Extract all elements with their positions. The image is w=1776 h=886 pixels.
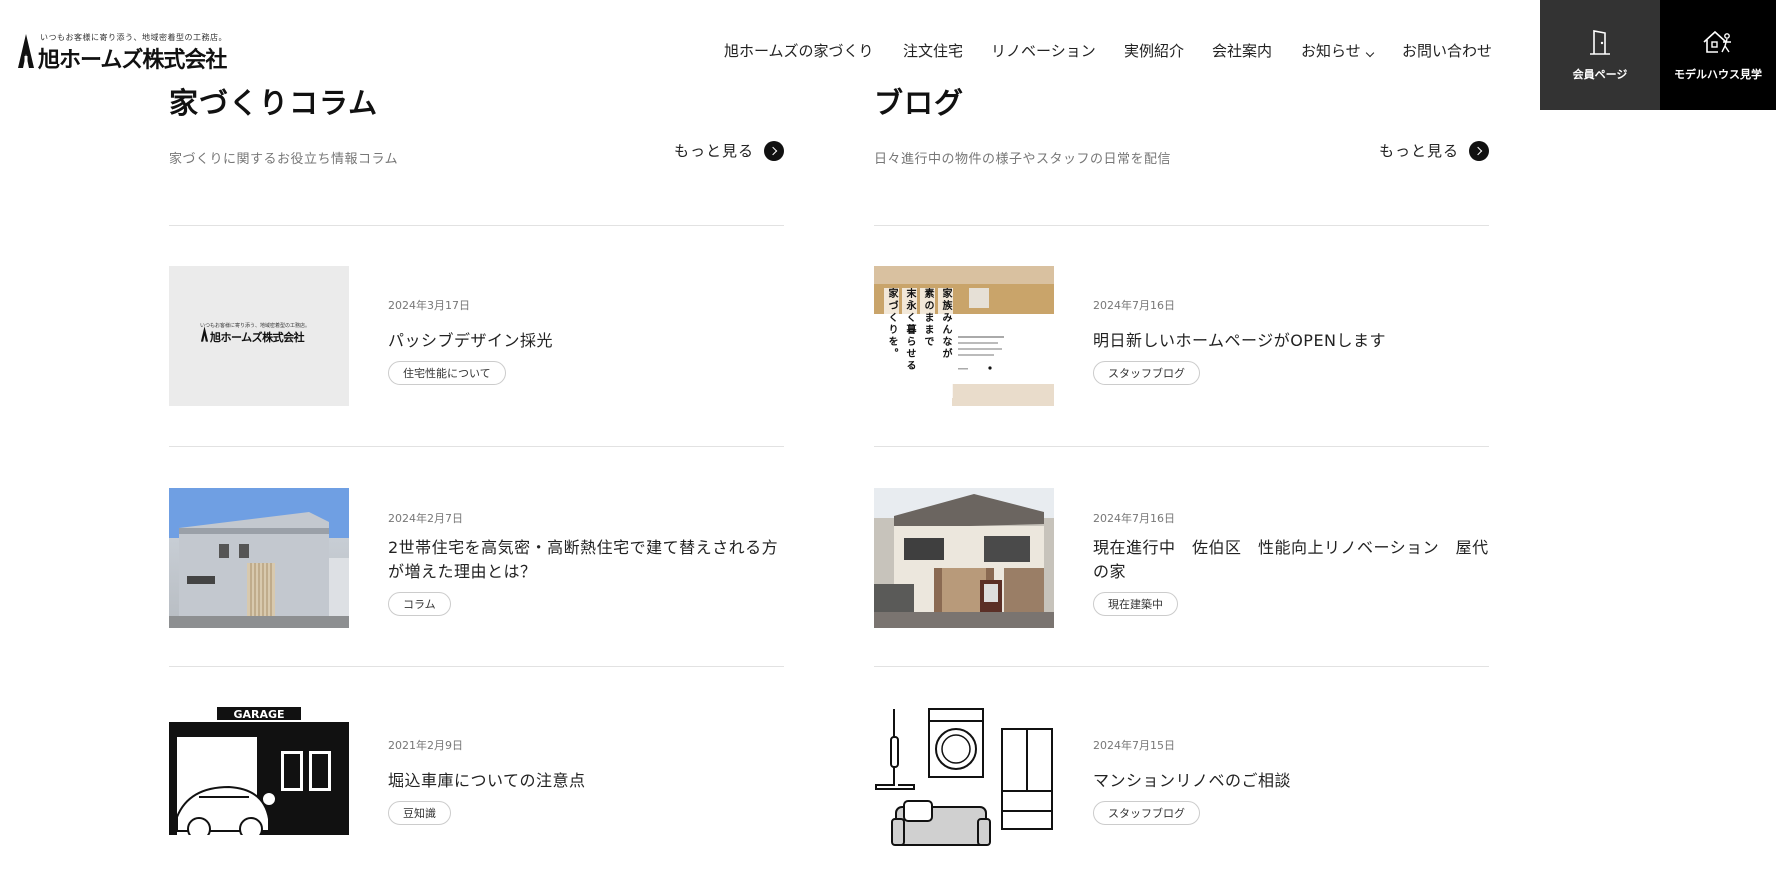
- member-page-label: 会員ページ: [1572, 68, 1628, 81]
- more-link[interactable]: もっと見る: [674, 140, 784, 161]
- nav-contact[interactable]: お問い合わせ: [1402, 40, 1492, 61]
- nav-renovation[interactable]: リノベーション: [991, 40, 1096, 61]
- divider: [169, 225, 784, 226]
- model-house-label: モデルハウス見学: [1674, 68, 1762, 81]
- nav-case-studies[interactable]: 実例紹介: [1124, 40, 1184, 61]
- door-icon: [1590, 30, 1610, 55]
- divider: [169, 666, 784, 667]
- category-tag[interactable]: スタッフブログ: [1093, 801, 1200, 825]
- more-link-label: もっと見る: [673, 142, 754, 160]
- logo-flame-icon: [18, 34, 34, 68]
- divider: [169, 446, 784, 447]
- entry-meta: 2024年7月15日 マンションリノベのご相談 スタッフブログ: [1093, 737, 1489, 825]
- logo-flame-icon: [200, 326, 209, 342]
- divider: [874, 446, 1489, 447]
- logo-name: 旭ホームズ株式会社: [38, 48, 227, 73]
- arrow-right-icon: [1469, 140, 1489, 161]
- entry-thumbnail: GARAGE: [169, 707, 349, 847]
- vertical-copy-line: 素のままで: [920, 288, 935, 398]
- model-house-button[interactable]: モデルハウス見学: [1660, 0, 1776, 110]
- section-subtitle: 日々進行中の物件の様子やスタッフの日常を配信: [874, 152, 1172, 167]
- entry-title: マンションリノベのご相談: [1093, 771, 1292, 790]
- house-photo: [169, 488, 349, 628]
- category-tag[interactable]: コラム: [388, 592, 451, 616]
- category-tag[interactable]: 現在建築中: [1093, 592, 1178, 616]
- house-walk-icon: [1703, 30, 1731, 53]
- entry-thumbnail: [874, 488, 1054, 628]
- more-link[interactable]: もっと見る: [1379, 140, 1489, 161]
- nav-ie-zukuri[interactable]: 旭ホームズの家づくり: [724, 40, 874, 61]
- entry-title: パッシブデザイン採光: [388, 331, 554, 350]
- more-link-label: もっと見る: [1378, 142, 1459, 160]
- house-photo: [874, 488, 1054, 628]
- nav-news-label: お知らせ: [1301, 42, 1361, 60]
- blog-section: ブログ 日々進行中の物件の様子やスタッフの日常を配信 もっと見る 家族みんなが …: [874, 80, 1489, 847]
- section-title: ブログ: [874, 86, 965, 120]
- entry-thumbnail: いつもお客様に寄り添う、地域密着型の工務店。 旭ホームズ株式会社: [169, 266, 349, 406]
- chevron-down-icon: [1365, 48, 1374, 58]
- entry-date: 2024年7月15日: [1093, 739, 1175, 752]
- entry-date: 2024年3月17日: [388, 299, 470, 312]
- entry-date: 2024年2月7日: [388, 512, 463, 525]
- entry-meta: 2024年7月16日 明日新しいホームページがOPENします スタッフブログ: [1093, 297, 1489, 385]
- entry-meta: 2021年2月9日 堀込車庫についての注意点 豆知識: [388, 737, 784, 825]
- section-title: 家づくりコラム: [169, 86, 379, 120]
- divider: [874, 225, 1489, 226]
- entry-date: 2024年7月16日: [1093, 299, 1175, 312]
- vertical-copy: 家族みんなが 素のままで 末永く暮らせる 家づくりを。: [884, 288, 953, 398]
- member-page-button[interactable]: 会員ページ: [1540, 0, 1660, 110]
- vertical-copy-line: 末永く暮らせる: [902, 288, 917, 398]
- entry-title: 2世帯住宅を高気密・高断熱住宅で建て替えされる方が増えた理由とは？: [388, 538, 779, 581]
- site-logo[interactable]: いつもお客様に寄り添う、地域密着型の工務店。 旭ホームズ株式会社: [16, 32, 227, 73]
- column-section: 家づくりコラム 家づくりに関するお役立ち情報コラム もっと見る いつもお客様に寄…: [169, 80, 784, 847]
- appliances-illustration: [874, 707, 1054, 847]
- nav-company[interactable]: 会社案内: [1212, 40, 1272, 61]
- arrow-right-icon: [764, 140, 784, 161]
- section-subtitle: 家づくりに関するお役立ち情報コラム: [169, 152, 399, 167]
- category-tag[interactable]: 豆知識: [388, 801, 451, 825]
- nav-custom-house[interactable]: 注文住宅: [903, 40, 963, 61]
- entry-thumbnail: 家族みんなが 素のままで 末永く暮らせる 家づくりを。: [874, 266, 1054, 406]
- entry-thumbnail: [874, 707, 1054, 847]
- entry-date: 2024年7月16日: [1093, 512, 1175, 525]
- entry-title: 堀込車庫についての注意点: [388, 771, 586, 790]
- entry-title: 現在進行中 佐伯区 性能向上リノベーション 屋代の家: [1093, 538, 1489, 581]
- entry-meta: 2024年2月7日 2世帯住宅を高気密・高断熱住宅で建て替えされる方が増えた理由…: [388, 510, 784, 616]
- category-tag[interactable]: スタッフブログ: [1093, 361, 1200, 385]
- entry-meta: 2024年3月17日 パッシブデザイン採光 住宅性能について: [388, 297, 784, 385]
- entry-title: 明日新しいホームページがOPENします: [1093, 331, 1387, 350]
- vertical-copy-line: 家族みんなが: [938, 288, 953, 398]
- category-tag[interactable]: 住宅性能について: [388, 361, 506, 385]
- nav-news[interactable]: お知らせ: [1301, 40, 1374, 61]
- entry-date: 2021年2月9日: [388, 739, 463, 752]
- entry-meta: 2024年7月16日 現在進行中 佐伯区 性能向上リノベーション 屋代の家 現在…: [1093, 510, 1489, 616]
- garage-sign: GARAGE: [233, 708, 284, 721]
- garage-illustration: GARAGE: [169, 707, 349, 847]
- entry-thumbnail: [169, 488, 349, 628]
- thumb-logo-tagline: いつもお客様に寄り添う、地域密着型の工務店。: [200, 323, 311, 329]
- divider: [874, 666, 1489, 667]
- thumb-logo-name: 旭ホームズ株式会社: [210, 331, 305, 344]
- vertical-copy-line: 家づくりを。: [884, 288, 899, 398]
